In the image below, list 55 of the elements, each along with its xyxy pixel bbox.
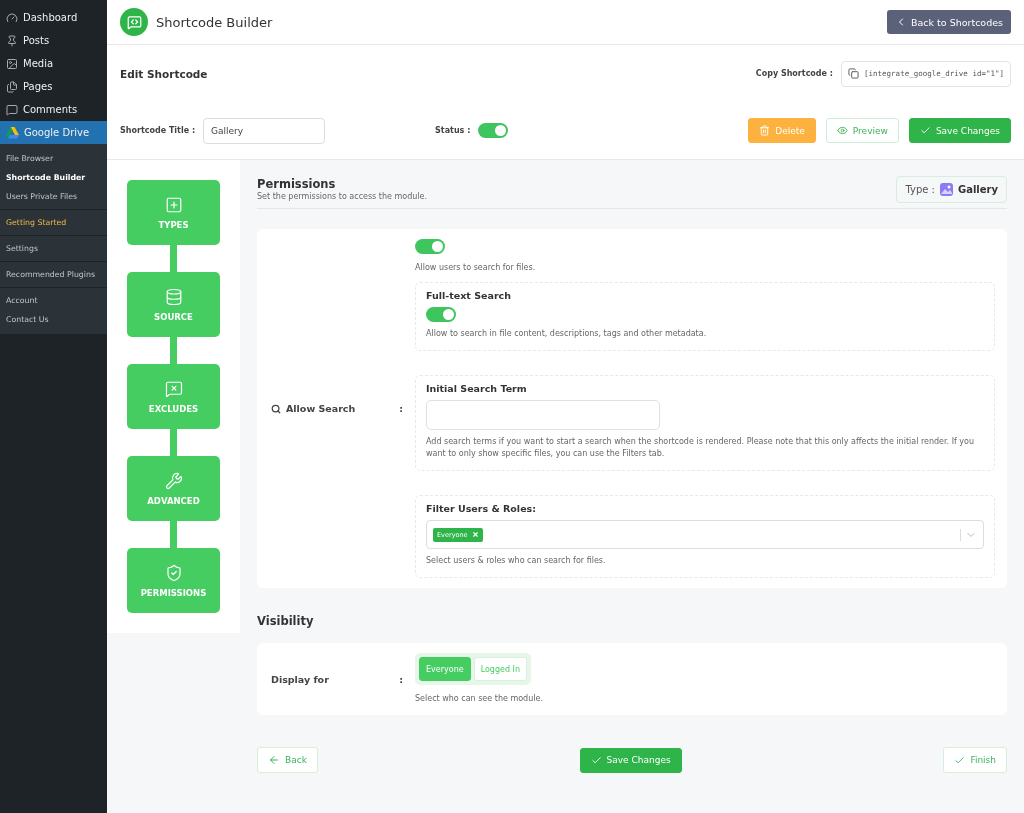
help-text: Allow users to search for files. (415, 262, 537, 274)
menu-item[interactable]: Pages (0, 75, 107, 98)
grid-square-icon (164, 195, 183, 214)
status-toggle[interactable] (478, 123, 509, 138)
option-title: Full-text Search (426, 290, 512, 301)
help-text: Add search terms if you want to start a search when the shortcode is rendered. Please note that this only affects the initial render. If you want to only show specific files, you can use the Filters tab. (426, 436, 976, 460)
search-term-input[interactable] (426, 400, 660, 430)
pin-icon (6, 34, 18, 47)
menu-item[interactable]: Comments (0, 98, 107, 121)
picture-icon (939, 183, 953, 196)
eye-icon (836, 125, 848, 136)
type-value: Gallery (957, 184, 998, 195)
search-toggle[interactable] (415, 239, 445, 254)
full-text-toggle[interactable] (426, 307, 456, 322)
remove-icon[interactable] (471, 531, 479, 538)
tools-icon (164, 471, 183, 490)
copy-label: Copy Shortcode : (755, 69, 833, 78)
arrow-left-icon (268, 754, 280, 766)
option-title: Initial Search Term (426, 383, 528, 394)
menu-item[interactable]: Dashboard (0, 6, 107, 29)
section-subtitle: Set the permissions to access the module. (257, 190, 428, 203)
database-icon (164, 287, 183, 306)
copy-icon (848, 68, 859, 79)
dashboard-icon (6, 11, 18, 24)
help-text: Select users & roles who can search for files. (426, 555, 607, 567)
section-title: Permissions (257, 176, 337, 191)
menu-item[interactable]: Posts (0, 29, 107, 52)
back-to-shortcodes-button[interactable]: Back to Shortcodes (887, 10, 1011, 34)
field-label: Status : (435, 126, 471, 135)
colon: : (399, 403, 403, 414)
shield-check-icon (164, 563, 183, 582)
media-icon (6, 57, 18, 70)
help-text: Allow to search in file content, descriptions, tags and other metadata. (426, 328, 708, 340)
check-icon (919, 125, 931, 136)
help-text: Select who can see the module. (415, 693, 544, 705)
pages-icon (6, 80, 18, 93)
logo-icon (120, 8, 148, 36)
trash-icon (759, 125, 771, 136)
check-icon (954, 754, 966, 766)
title-input[interactable]: Gallery (203, 117, 326, 144)
type-label: Type : (905, 184, 935, 195)
menu-item[interactable]: Media (0, 52, 107, 75)
page-title: Shortcode Builder (156, 14, 273, 30)
menu-item[interactable]: Google Drive (0, 121, 107, 144)
section-title: Visibility (257, 614, 315, 628)
setting-label: Allow Search (271, 403, 356, 414)
check-icon (590, 754, 602, 766)
section-title: Edit Shortcode (120, 67, 208, 80)
search-icon (271, 403, 281, 414)
comment-icon (6, 103, 18, 116)
colon: : (399, 673, 403, 685)
setting-label: Display for (271, 673, 329, 685)
field-label: Shortcode Title : (120, 126, 196, 135)
triangle-logo-icon (6, 126, 19, 139)
option-title: Filter Users & Roles: (426, 503, 538, 514)
